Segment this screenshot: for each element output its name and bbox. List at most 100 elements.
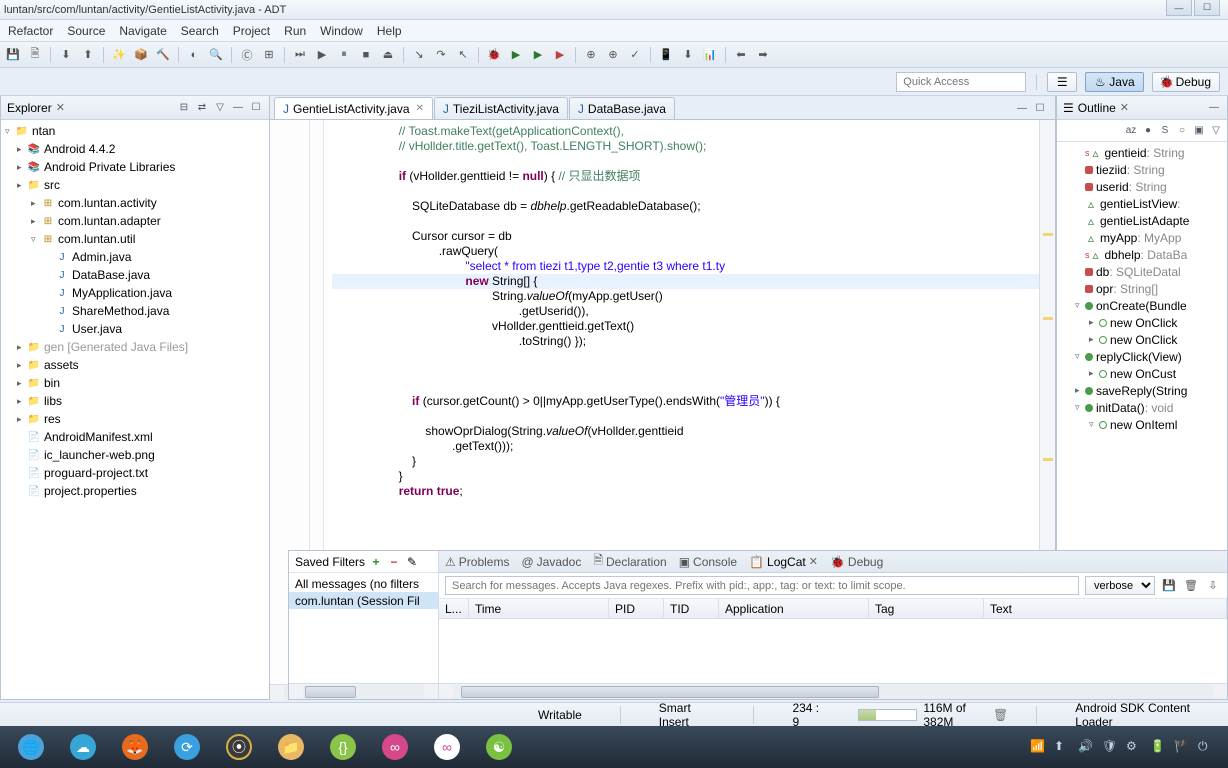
tab-console[interactable]: ▣ Console bbox=[679, 555, 737, 569]
tray-icon[interactable]: 🔋 bbox=[1150, 739, 1166, 755]
logcat-horizontal-scrollbar[interactable] bbox=[439, 683, 1227, 699]
tree-node[interactable]: ▸📚Android Private Libraries bbox=[1, 158, 269, 176]
clear-log-icon[interactable]: 🗑 bbox=[1183, 578, 1199, 594]
open-type-icon[interactable]: ◐ bbox=[185, 46, 203, 64]
view-menu-icon[interactable]: ▽ bbox=[1209, 124, 1223, 138]
tree-node[interactable]: ▸📁bin bbox=[1, 374, 269, 392]
editor-tab[interactable]: JDataBase.java bbox=[569, 97, 675, 119]
tree-node[interactable]: JUser.java bbox=[1, 320, 269, 338]
tray-icon[interactable]: 🏴 bbox=[1174, 739, 1190, 755]
menu-project[interactable]: Project bbox=[233, 24, 270, 38]
outline-node[interactable]: ▵myApp : MyApp bbox=[1057, 229, 1227, 246]
tree-project-root[interactable]: ▿📁ntan bbox=[1, 122, 269, 140]
outline-node[interactable]: s ▵gentieid : String bbox=[1057, 144, 1227, 161]
taskbar-app[interactable]: ☯ bbox=[474, 730, 524, 764]
col-text[interactable]: Text bbox=[984, 599, 1227, 618]
outline-node[interactable]: s ▵dbhelp : DataBa bbox=[1057, 246, 1227, 263]
tree-node[interactable]: JShareMethod.java bbox=[1, 302, 269, 320]
menu-source[interactable]: Source bbox=[67, 24, 105, 38]
taskbar-app[interactable]: 📁 bbox=[266, 730, 316, 764]
col-pid[interactable]: PID bbox=[609, 599, 664, 618]
upload-icon[interactable]: ⬆ bbox=[79, 46, 97, 64]
heap-status[interactable]: 116M of 382M 🗑 bbox=[858, 701, 1008, 729]
tab-declaration[interactable]: 🗎 Declaration bbox=[593, 551, 666, 572]
new-junit-icon[interactable]: ⊕ bbox=[582, 46, 600, 64]
col-tag[interactable]: Tag bbox=[869, 599, 984, 618]
collapse-all-icon[interactable]: ⊟ bbox=[177, 101, 191, 115]
outline-node[interactable]: ▸new OnClick bbox=[1057, 331, 1227, 348]
col-tid[interactable]: TID bbox=[664, 599, 719, 618]
tree-node[interactable]: ▸📚Android 4.4.2 bbox=[1, 140, 269, 158]
outline-node[interactable]: ▸new OnCust bbox=[1057, 365, 1227, 382]
tray-icon[interactable]: 🔊 bbox=[1078, 739, 1094, 755]
tray-icon[interactable]: 📶 bbox=[1030, 739, 1046, 755]
java-perspective-button[interactable]: ♨Java bbox=[1085, 72, 1143, 92]
tree-node[interactable]: ▸⊞com.luntan.adapter bbox=[1, 212, 269, 230]
menu-window[interactable]: Window bbox=[320, 24, 363, 38]
outline-node[interactable]: db : SQLiteDatal bbox=[1057, 263, 1227, 280]
filter-item[interactable]: All messages (no filters bbox=[289, 575, 438, 592]
tree-node[interactable]: 📄project.properties bbox=[1, 482, 269, 500]
menu-navigate[interactable]: Navigate bbox=[119, 24, 166, 38]
hammer-icon[interactable]: 🔨 bbox=[154, 46, 172, 64]
scroll-lock-icon[interactable]: ⇩ bbox=[1205, 578, 1221, 594]
ddms-icon[interactable]: 📊 bbox=[701, 46, 719, 64]
step-return-icon[interactable]: ↖ bbox=[454, 46, 472, 64]
tree-node[interactable]: 📄proguard-project.txt bbox=[1, 464, 269, 482]
lint-icon[interactable]: ✓ bbox=[626, 46, 644, 64]
taskbar-app[interactable]: ⦿ bbox=[214, 730, 264, 764]
skip-icon[interactable]: ⏭ bbox=[291, 46, 309, 64]
tree-node[interactable]: ▸📁res bbox=[1, 410, 269, 428]
minimize-view-icon[interactable]: — bbox=[231, 101, 245, 115]
editor-tab[interactable]: JGentieListActivity.java✕ bbox=[274, 97, 433, 119]
close-tab-icon[interactable]: ✕ bbox=[416, 103, 424, 114]
taskbar-app[interactable]: {} bbox=[318, 730, 368, 764]
outline-node[interactable]: ▿new OnIteml bbox=[1057, 416, 1227, 433]
debug-icon[interactable]: 🐞 bbox=[485, 46, 503, 64]
menu-run[interactable]: Run bbox=[284, 24, 306, 38]
tray-icon[interactable]: ⏻ bbox=[1198, 739, 1214, 755]
sdk-icon[interactable]: ⬇ bbox=[679, 46, 697, 64]
resume-icon[interactable]: ▶ bbox=[313, 46, 331, 64]
outline-node[interactable]: ▿initData() : void bbox=[1057, 399, 1227, 416]
maximize-button[interactable]: ☐ bbox=[1194, 0, 1220, 16]
sort-icon[interactable]: az bbox=[1124, 124, 1138, 138]
tree-node[interactable]: JDataBase.java bbox=[1, 266, 269, 284]
search-icon[interactable]: 🔍 bbox=[207, 46, 225, 64]
package-icon[interactable]: 📦 bbox=[132, 46, 150, 64]
filters-horizontal-scrollbar[interactable] bbox=[289, 683, 438, 699]
step-over-icon[interactable]: ↷ bbox=[432, 46, 450, 64]
tree-node[interactable]: ▸📁assets bbox=[1, 356, 269, 374]
editor-tab[interactable]: JTieziListActivity.java bbox=[434, 97, 568, 119]
open-perspective-button[interactable]: ☰ bbox=[1047, 72, 1077, 92]
outline-node[interactable]: userid : String bbox=[1057, 178, 1227, 195]
outline-node[interactable]: ▸new OnClick bbox=[1057, 314, 1227, 331]
maximize-editor-icon[interactable]: ☐ bbox=[1033, 101, 1047, 115]
download-icon[interactable]: ⬇ bbox=[57, 46, 75, 64]
tree-node[interactable]: 📄AndroidManifest.xml bbox=[1, 428, 269, 446]
taskbar-app[interactable]: ⟳ bbox=[162, 730, 212, 764]
tree-node[interactable]: JMyApplication.java bbox=[1, 284, 269, 302]
add-filter-icon[interactable]: + bbox=[369, 555, 383, 569]
tab-logcat[interactable]: 📋 LogCat ✕ bbox=[749, 555, 818, 569]
minimize-editor-icon[interactable]: — bbox=[1015, 101, 1029, 115]
avd-icon[interactable]: 📱 bbox=[657, 46, 675, 64]
tree-node[interactable]: ▸📁gen [Generated Java Files] bbox=[1, 338, 269, 356]
col-time[interactable]: Time bbox=[469, 599, 609, 618]
filter-item[interactable]: com.luntan (Session Fil bbox=[289, 592, 438, 609]
explorer-tree[interactable]: ▿📁ntan ▸📚Android 4.4.2▸📚Android Private … bbox=[1, 120, 269, 699]
close-view-icon[interactable]: ✕ bbox=[56, 101, 65, 114]
outline-node[interactable]: ▿replyClick(View) bbox=[1057, 348, 1227, 365]
hide-static-icon[interactable]: S bbox=[1158, 124, 1172, 138]
taskbar-app[interactable]: 🦊 bbox=[110, 730, 160, 764]
save-all-icon[interactable]: 🗎 bbox=[26, 46, 44, 64]
outline-node[interactable]: ▿onCreate(Bundle bbox=[1057, 297, 1227, 314]
wand-icon[interactable]: ✨ bbox=[110, 46, 128, 64]
logcat-table[interactable]: L... Time PID TID Application Tag Text bbox=[439, 599, 1227, 683]
outline-node[interactable]: ▵gentieListAdapte bbox=[1057, 212, 1227, 229]
taskbar-app[interactable]: ∞ bbox=[370, 730, 420, 764]
tab-javadoc[interactable]: @ Javadoc bbox=[521, 555, 581, 569]
logcat-search-input[interactable] bbox=[445, 576, 1079, 595]
tray-icon[interactable]: ⬆ bbox=[1054, 739, 1070, 755]
tray-icon[interactable]: 🛡 bbox=[1102, 739, 1118, 755]
